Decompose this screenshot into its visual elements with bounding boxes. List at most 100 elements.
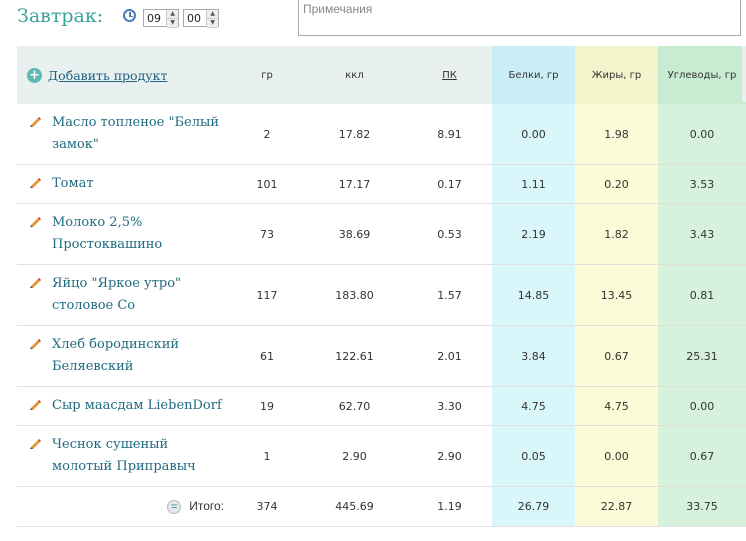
row-carbs: 3.43: [658, 203, 746, 265]
add-product-link[interactable]: Добавить продукт: [48, 68, 167, 83]
row-fat: 13.45: [575, 264, 658, 326]
row-kcal: 17.82: [302, 104, 407, 165]
row-fat: 4.75: [575, 386, 658, 426]
row-fat: 0.00: [575, 425, 658, 487]
row-kcal: 62.70: [302, 386, 407, 426]
plus-icon[interactable]: +: [27, 67, 42, 83]
row-carbs: 0.00: [658, 386, 746, 426]
table-row: Томат 101 17.17 0.17 1.11 0.20 3.53: [17, 164, 746, 204]
meal-table: + Добавить продукт гр ккл ПК Белки, гр Жи…: [17, 46, 746, 527]
row-pk: 0.53: [407, 203, 492, 265]
pencil-icon[interactable]: [29, 276, 41, 288]
total-grams: 374: [232, 486, 302, 527]
row-fat: 0.20: [575, 164, 658, 204]
total-label: Итого:: [189, 499, 224, 514]
pencil-icon[interactable]: [29, 215, 41, 227]
row-pk: 1.57: [407, 264, 492, 326]
table-row: Молоко 2,5% Простоквашино 73 38.69 0.53 2.19…: [17, 203, 746, 265]
table-row: Яйцо "Яркое утро" столовое Со 117 183.80 1.…: [17, 264, 746, 326]
row-grams: 61: [232, 325, 302, 387]
row-protein: 14.85: [492, 264, 575, 326]
row-kcal: 183.80: [302, 264, 407, 326]
product-name-cell[interactable]: Яйцо "Яркое утро" столовое Со: [17, 264, 232, 326]
product-name-cell[interactable]: Хлеб бородинский Беляевский: [17, 325, 232, 387]
table-row: Хлеб бородинский Беляевский 61 122.61 2.01 3…: [17, 325, 746, 387]
minute-value[interactable]: 00: [184, 12, 206, 25]
notes-field[interactable]: Примечания: [298, 0, 741, 36]
total-carbs: 33.75: [658, 486, 746, 527]
product-name-cell[interactable]: Молоко 2,5% Простоквашино: [17, 203, 232, 265]
product-name-cell[interactable]: Чеснок сушеный молотый Приправыч: [17, 425, 232, 487]
minute-up-icon[interactable]: ▲: [207, 10, 218, 19]
product-name[interactable]: Яйцо "Яркое утро" столовое Со: [52, 276, 181, 313]
row-carbs: 0.67: [658, 425, 746, 487]
pk-header[interactable]: ПК: [407, 46, 492, 104]
total-row: = Итого: 374 445.69 1.19 26.79 22.87 33.7…: [17, 486, 746, 527]
kcal-header: ккл: [302, 46, 407, 104]
hour-stepper[interactable]: 09 ▲ ▼: [143, 9, 179, 28]
row-pk: 8.91: [407, 104, 492, 165]
row-pk: 2.90: [407, 425, 492, 487]
pencil-icon[interactable]: [29, 437, 41, 449]
total-kcal: 445.69: [302, 486, 407, 527]
row-grams: 2: [232, 104, 302, 165]
pencil-icon[interactable]: [29, 398, 41, 410]
row-protein: 4.75: [492, 386, 575, 426]
table-header: + Добавить продукт гр ккл ПК Белки, гр Жи…: [17, 46, 746, 104]
total-label-cell: = Итого:: [17, 486, 232, 527]
row-grams: 73: [232, 203, 302, 265]
fat-header: Жиры, гр: [575, 46, 658, 104]
product-name[interactable]: Сыр маасдам LiebenDorf: [52, 398, 222, 413]
table-row: Сыр маасдам LiebenDorf 19 62.70 3.30 4.75 4.7…: [17, 386, 746, 426]
row-protein: 2.19: [492, 203, 575, 265]
row-pk: 3.30: [407, 386, 492, 426]
add-product-cell[interactable]: + Добавить продукт: [17, 46, 232, 104]
row-fat: 0.67: [575, 325, 658, 387]
total-fat: 22.87: [575, 486, 658, 527]
hour-value[interactable]: 09: [144, 12, 166, 25]
row-protein: 1.11: [492, 164, 575, 204]
row-pk: 2.01: [407, 325, 492, 387]
product-name[interactable]: Масло топленое "Белый замок": [52, 115, 219, 152]
row-pk: 0.17: [407, 164, 492, 204]
product-name[interactable]: Хлеб бородинский Беляевский: [52, 337, 179, 374]
row-carbs: 0.81: [658, 264, 746, 326]
pencil-icon[interactable]: [29, 337, 41, 349]
row-carbs: 25.31: [658, 325, 746, 387]
row-kcal: 2.90: [302, 425, 407, 487]
row-carbs: 0.00: [658, 104, 746, 165]
pencil-icon[interactable]: [29, 115, 41, 127]
product-name[interactable]: Томат: [52, 176, 94, 191]
total-pk: 1.19: [407, 486, 492, 527]
row-kcal: 17.17: [302, 164, 407, 204]
row-grams: 101: [232, 164, 302, 204]
row-grams: 1: [232, 425, 302, 487]
hour-up-icon[interactable]: ▲: [167, 10, 178, 19]
row-fat: 1.82: [575, 203, 658, 265]
minute-down-icon[interactable]: ▼: [207, 19, 218, 28]
scrollbar[interactable]: [742, 46, 746, 102]
row-kcal: 122.61: [302, 325, 407, 387]
row-protein: 0.00: [492, 104, 575, 165]
minute-stepper[interactable]: 00 ▲ ▼: [183, 9, 219, 28]
product-name-cell[interactable]: Сыр маасдам LiebenDorf: [17, 386, 232, 426]
total-protein: 26.79: [492, 486, 575, 527]
clock-icon: [123, 9, 136, 22]
carbs-header: Углеводы, гр: [658, 46, 746, 104]
row-carbs: 3.53: [658, 164, 746, 204]
equals-icon: =: [167, 499, 182, 514]
row-kcal: 38.69: [302, 203, 407, 265]
product-name-cell[interactable]: Томат: [17, 164, 232, 204]
row-grams: 117: [232, 264, 302, 326]
product-name[interactable]: Чеснок сушеный молотый Приправыч: [52, 437, 196, 474]
row-protein: 3.84: [492, 325, 575, 387]
pencil-icon[interactable]: [29, 176, 41, 188]
hour-down-icon[interactable]: ▼: [167, 19, 178, 28]
grams-header: гр: [232, 46, 302, 104]
table-row: Чеснок сушеный молотый Приправыч 1 2.90 2.9…: [17, 425, 746, 487]
row-protein: 0.05: [492, 425, 575, 487]
product-name[interactable]: Молоко 2,5% Простоквашино: [52, 215, 162, 252]
product-name-cell[interactable]: Масло топленое "Белый замок": [17, 104, 232, 165]
row-fat: 1.98: [575, 104, 658, 165]
row-grams: 19: [232, 386, 302, 426]
